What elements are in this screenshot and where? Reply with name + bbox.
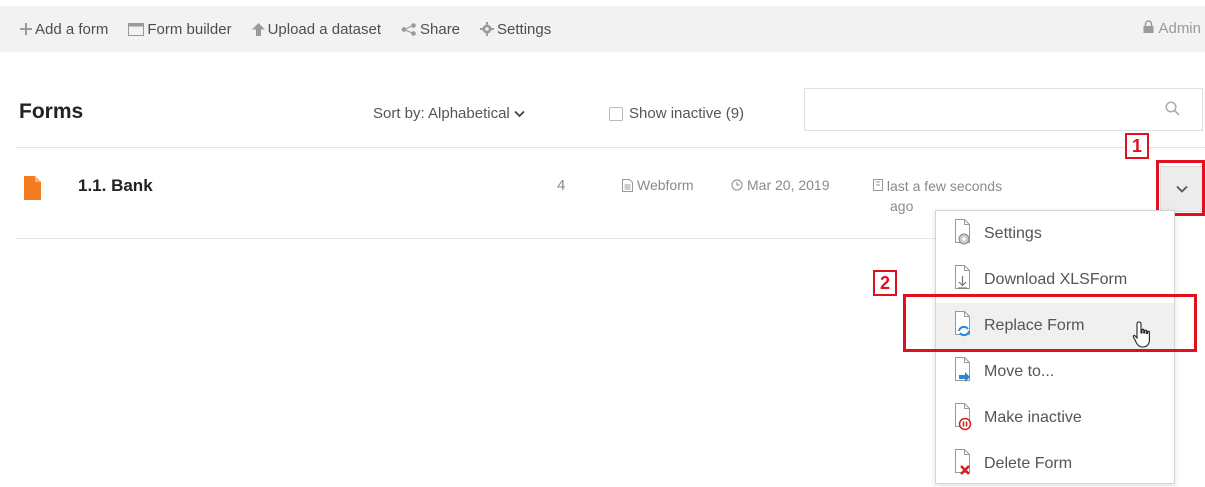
menu-item-make-inactive[interactable]: Make inactive: [936, 395, 1174, 441]
share-button[interactable]: Share: [401, 21, 460, 38]
annotation-number-2: 2: [873, 270, 897, 296]
plus-icon: [20, 23, 32, 35]
replace-file-icon: [950, 311, 974, 341]
clock-icon: [731, 179, 743, 191]
menu-item-delete-label: Delete Form: [984, 455, 1073, 472]
upload-dataset-label: Upload a dataset: [267, 20, 381, 38]
form-type: Webform: [622, 177, 694, 193]
menu-item-settings[interactable]: Settings: [936, 211, 1174, 257]
move-file-icon: [950, 357, 974, 387]
annotation-number-1: 1: [1125, 133, 1149, 159]
search-input[interactable]: [804, 88, 1203, 131]
search-icon[interactable]: [1165, 101, 1180, 121]
form-builder-label: Form builder: [147, 20, 232, 38]
form-type-label: Webform: [637, 177, 694, 193]
add-form-label: Add a form: [35, 20, 109, 38]
menu-item-delete-form[interactable]: Delete Form: [936, 441, 1174, 487]
form-actions-toggle[interactable]: [1160, 166, 1204, 212]
settings-label: Settings: [497, 20, 552, 38]
share-icon: [401, 22, 417, 36]
admin-link[interactable]: Admin: [1143, 20, 1201, 37]
edit-file-icon: [873, 178, 887, 194]
form-date-label: Mar 20, 2019: [747, 177, 830, 193]
divider: [16, 238, 936, 239]
show-inactive-checkbox[interactable]: [609, 106, 623, 121]
form-actions-menu: Settings Download XLSForm Replace Form M…: [935, 210, 1175, 484]
inactive-file-icon: [950, 403, 974, 433]
lock-icon: [1143, 20, 1154, 37]
menu-item-move-label: Move to...: [984, 363, 1055, 380]
menu-item-replace-label: Replace Form: [984, 317, 1085, 334]
form-builder-icon: [128, 22, 145, 36]
add-form-button[interactable]: Add a form: [20, 21, 108, 38]
webform-icon: [622, 178, 633, 192]
sort-dropdown[interactable]: Sort by: Alphabetical: [373, 105, 525, 122]
menu-item-settings-label: Settings: [984, 225, 1042, 242]
download-file-icon: [950, 265, 974, 295]
form-builder-button[interactable]: Form builder: [128, 20, 232, 38]
admin-label: Admin: [1158, 20, 1201, 37]
share-label: Share: [420, 20, 461, 38]
last-modified-line2: ago: [890, 198, 914, 214]
delete-file-icon: [950, 449, 974, 479]
menu-item-download-label: Download XLSForm: [984, 271, 1128, 288]
settings-button[interactable]: Settings: [480, 21, 551, 38]
show-inactive-label: Show inactive (9): [629, 105, 745, 122]
upload-icon: [251, 22, 265, 36]
page-title: Forms: [19, 100, 84, 123]
submission-count: 4: [557, 177, 566, 194]
menu-item-move-to[interactable]: Move to...: [936, 349, 1174, 395]
chevron-down-icon: [514, 105, 525, 122]
menu-item-inactive-label: Make inactive: [984, 409, 1082, 426]
show-inactive-toggle[interactable]: Show inactive (9): [609, 105, 744, 122]
settings-file-icon: [950, 219, 974, 249]
menu-item-replace-form[interactable]: Replace Form: [936, 303, 1174, 349]
last-modified-line1: last a few seconds: [886, 178, 1003, 194]
form-name-link[interactable]: 1.1. Bank: [78, 176, 153, 196]
upload-dataset-button[interactable]: Upload a dataset: [251, 20, 381, 38]
chevron-down-icon: [1176, 180, 1188, 198]
gear-icon: [480, 22, 495, 36]
sort-label: Sort by: Alphabetical: [373, 105, 510, 122]
form-date: Mar 20, 2019: [731, 177, 830, 193]
top-nav-bar: Add a form Form builder Upload a dataset…: [0, 6, 1205, 52]
form-file-icon: [24, 176, 41, 205]
menu-item-download-xlsform[interactable]: Download XLSForm: [936, 257, 1174, 303]
